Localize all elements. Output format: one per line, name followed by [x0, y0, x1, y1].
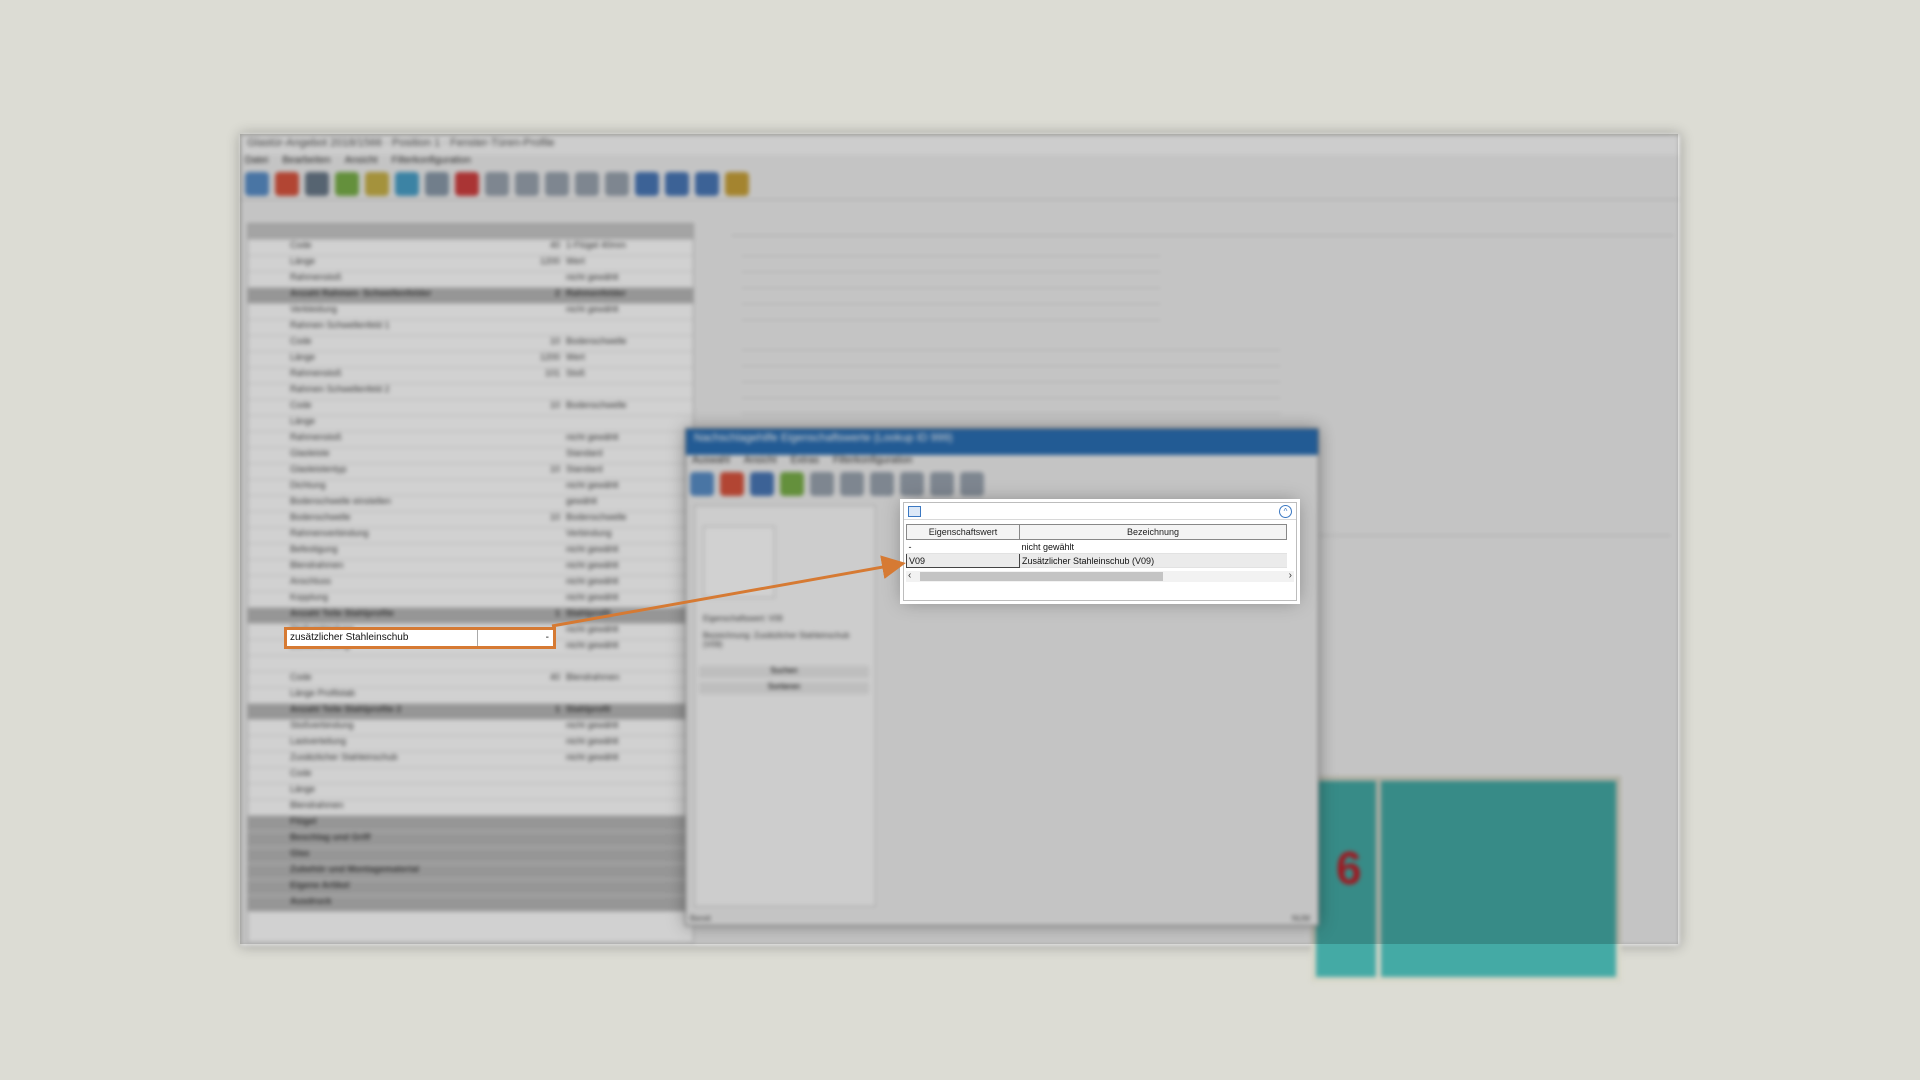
arrow-line — [551, 555, 906, 628]
annotation-arrow — [551, 555, 906, 628]
